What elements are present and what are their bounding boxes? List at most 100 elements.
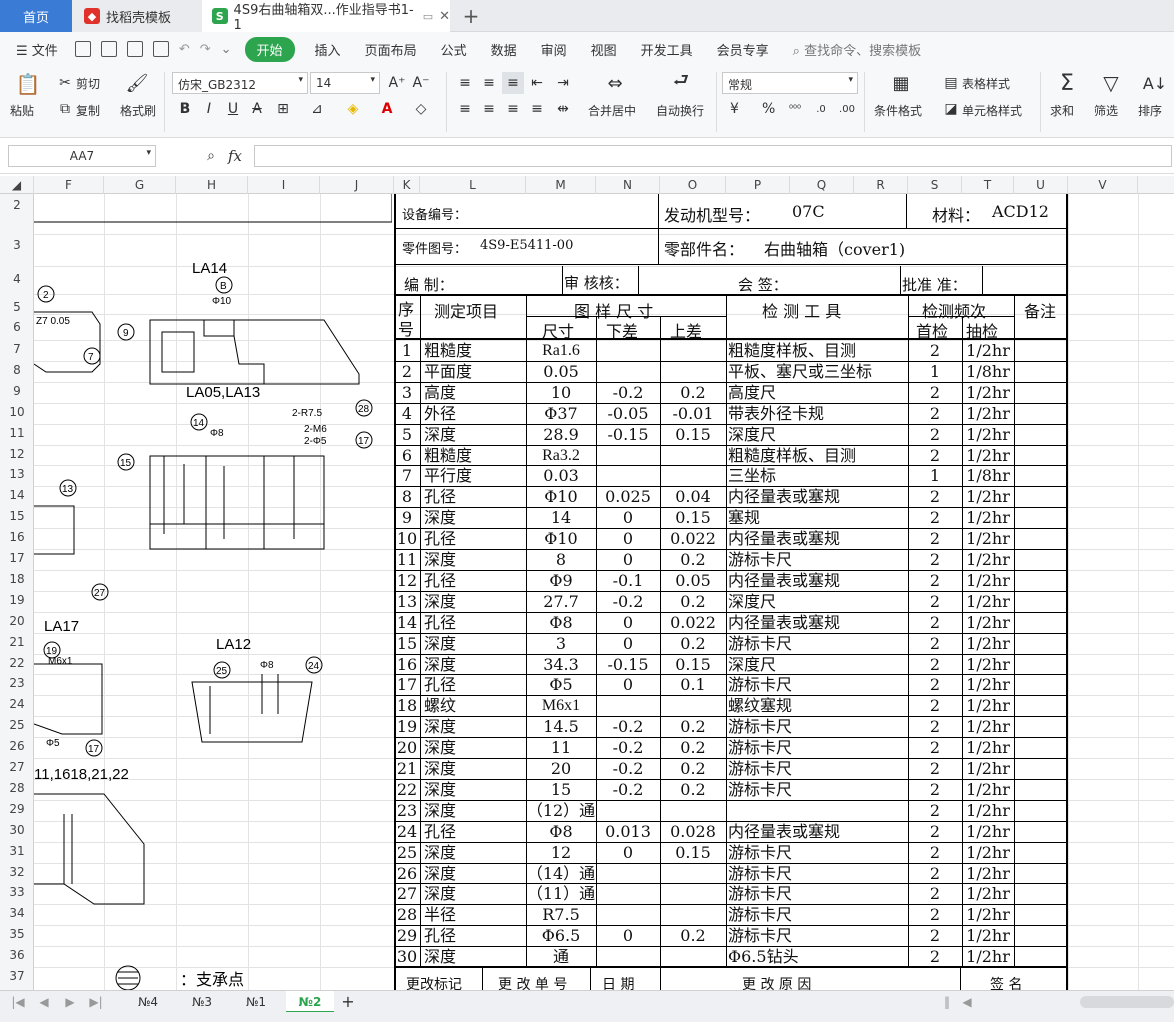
cell-tool[interactable]: 塞规 <box>728 508 908 527</box>
row-header-10[interactable]: 10 <box>0 405 34 419</box>
tab-template[interactable]: ◆ 找稻壳模板 <box>72 0 202 32</box>
row-header-6[interactable]: 6 <box>0 320 34 334</box>
cell-lower[interactable]: -0.2 <box>596 780 660 799</box>
row-header-16[interactable]: 16 <box>0 530 34 544</box>
menu-view[interactable]: 视图 <box>579 40 629 59</box>
row-header-32[interactable]: 32 <box>0 865 34 879</box>
align-left-icon[interactable]: ≡ <box>454 98 476 120</box>
row-header-27[interactable]: 27 <box>0 760 34 774</box>
cell-item[interactable]: 深度 <box>424 738 520 757</box>
style-icon[interactable]: ⊿ <box>306 98 328 120</box>
row-header-2[interactable]: 2 <box>0 198 34 212</box>
percent-button[interactable]: % <box>762 101 775 117</box>
cell-tool[interactable]: Φ6.5钻头 <box>728 947 908 966</box>
cell-first[interactable]: 2 <box>908 905 962 924</box>
row-header-35[interactable]: 35 <box>0 927 34 941</box>
cell-style-button[interactable]: 单元格样式 <box>962 102 1022 119</box>
distributed-icon[interactable]: ⇹ <box>552 98 574 120</box>
paste-icon[interactable]: 📋 <box>14 70 42 98</box>
cell-item[interactable]: 深度 <box>424 801 520 820</box>
cell-upper[interactable]: 0.2 <box>660 717 726 736</box>
cell-item[interactable]: 粗糙度 <box>424 341 520 360</box>
align-right-icon[interactable]: ≡ <box>502 98 524 120</box>
paste-button[interactable]: 粘贴 <box>10 102 34 119</box>
sheet-tab-4[interactable]: №4 <box>124 991 172 1013</box>
cell-item[interactable]: 孔径 <box>424 529 520 548</box>
cell-item[interactable]: 深度 <box>424 550 520 569</box>
cell-lower[interactable]: 0.025 <box>596 487 660 506</box>
format-painter-button[interactable]: 格式刷 <box>120 102 156 119</box>
col-header-K[interactable]: K <box>394 176 420 194</box>
cell-size[interactable]: 11 <box>526 738 596 757</box>
cell-tool[interactable]: 内径量表或塞规 <box>728 487 908 506</box>
row-header-22[interactable]: 22 <box>0 656 34 670</box>
cell-sample[interactable]: 1/2hr <box>962 864 1014 883</box>
cell-sample[interactable]: 1/2hr <box>962 634 1014 653</box>
cell-size[interactable]: （14）通 <box>526 864 596 883</box>
cell-upper[interactable]: 0.15 <box>660 843 726 862</box>
filter-button[interactable]: 筛选 <box>1094 102 1118 119</box>
cell-sample[interactable]: 1/2hr <box>962 487 1014 506</box>
cell-item[interactable]: 深度 <box>424 508 520 527</box>
cell-upper[interactable]: 0.2 <box>660 634 726 653</box>
col-header-U[interactable]: U <box>1014 176 1068 194</box>
cell-size[interactable]: Φ37 <box>526 404 596 423</box>
menu-start[interactable]: 开始 <box>244 36 295 62</box>
row-header-21[interactable]: 21 <box>0 635 34 649</box>
cell-no[interactable]: 14 <box>394 613 420 632</box>
tab-document[interactable]: S 4S9右曲轴箱双...作业指导书1-1 ▭ ✕ <box>202 0 450 33</box>
decrease-font-icon[interactable]: A⁻ <box>410 72 432 94</box>
cell-sample[interactable]: 1/8hr <box>962 466 1014 485</box>
cell-sample[interactable]: 1/2hr <box>962 571 1014 590</box>
cell-first[interactable]: 2 <box>908 738 962 757</box>
cell-first[interactable]: 2 <box>908 675 962 694</box>
cell-sample[interactable]: 1/2hr <box>962 717 1014 736</box>
cell-sample[interactable]: 1/2hr <box>962 446 1014 465</box>
save-icon[interactable] <box>74 41 91 57</box>
bold-icon[interactable]: B <box>174 98 196 120</box>
menu-developer[interactable]: 开发工具 <box>629 40 705 59</box>
indent-icon[interactable]: ⇤ <box>526 72 548 94</box>
cell-first[interactable]: 2 <box>908 529 962 548</box>
increase-decimal-icon[interactable]: .0 <box>810 98 832 120</box>
underline-icon[interactable]: U <box>222 98 244 120</box>
wrap-text-button[interactable]: 自动换行 <box>656 102 704 119</box>
cell-lower[interactable]: -0.15 <box>596 655 660 674</box>
cell-tool[interactable]: 三坐标 <box>728 466 908 485</box>
cell-lower[interactable]: -0.05 <box>596 404 660 423</box>
cell-no[interactable]: 27 <box>394 884 420 903</box>
row-header-7[interactable]: 7 <box>0 342 34 356</box>
cell-no[interactable]: 17 <box>394 675 420 694</box>
cell-upper[interactable]: 0.1 <box>660 675 726 694</box>
outdent-icon[interactable]: ⇥ <box>552 72 574 94</box>
cell-first[interactable]: 2 <box>908 446 962 465</box>
menu-page-layout[interactable]: 页面布局 <box>353 40 429 59</box>
row-header-14[interactable]: 14 <box>0 488 34 502</box>
cell-sample[interactable]: 1/2hr <box>962 341 1014 360</box>
cell-first[interactable]: 2 <box>908 780 962 799</box>
font-size-select[interactable]: 14 ▾ <box>310 72 380 94</box>
cell-tool[interactable]: 内径量表或塞规 <box>728 822 908 841</box>
cell-first[interactable]: 2 <box>908 717 962 736</box>
cell-no[interactable]: 8 <box>394 487 420 506</box>
cell-size[interactable]: 10 <box>526 383 596 402</box>
cell-lower[interactable]: -0.2 <box>596 592 660 611</box>
cell-no[interactable]: 26 <box>394 864 420 883</box>
cell-sample[interactable]: 1/2hr <box>962 738 1014 757</box>
cell-lower[interactable]: -0.2 <box>596 717 660 736</box>
cell-upper[interactable]: -0.01 <box>660 404 726 423</box>
cell-tool[interactable]: 内径量表或塞规 <box>728 613 908 632</box>
col-header-S[interactable]: S <box>908 176 962 194</box>
cell-size[interactable]: 34.3 <box>526 655 596 674</box>
cell-lower[interactable]: 0 <box>596 843 660 862</box>
cell-sample[interactable]: 1/2hr <box>962 801 1014 820</box>
cell-lower[interactable]: 0 <box>596 926 660 945</box>
cell-sample[interactable]: 1/2hr <box>962 425 1014 444</box>
cell-no[interactable]: 16 <box>394 655 420 674</box>
next-sheet-icon[interactable]: ▶ <box>62 991 78 1013</box>
cell-item[interactable]: 平行度 <box>424 466 520 485</box>
row-header-34[interactable]: 34 <box>0 906 34 920</box>
menu-formula[interactable]: 公式 <box>429 40 479 59</box>
cell-first[interactable]: 2 <box>908 864 962 883</box>
cell-sample[interactable]: 1/2hr <box>962 822 1014 841</box>
